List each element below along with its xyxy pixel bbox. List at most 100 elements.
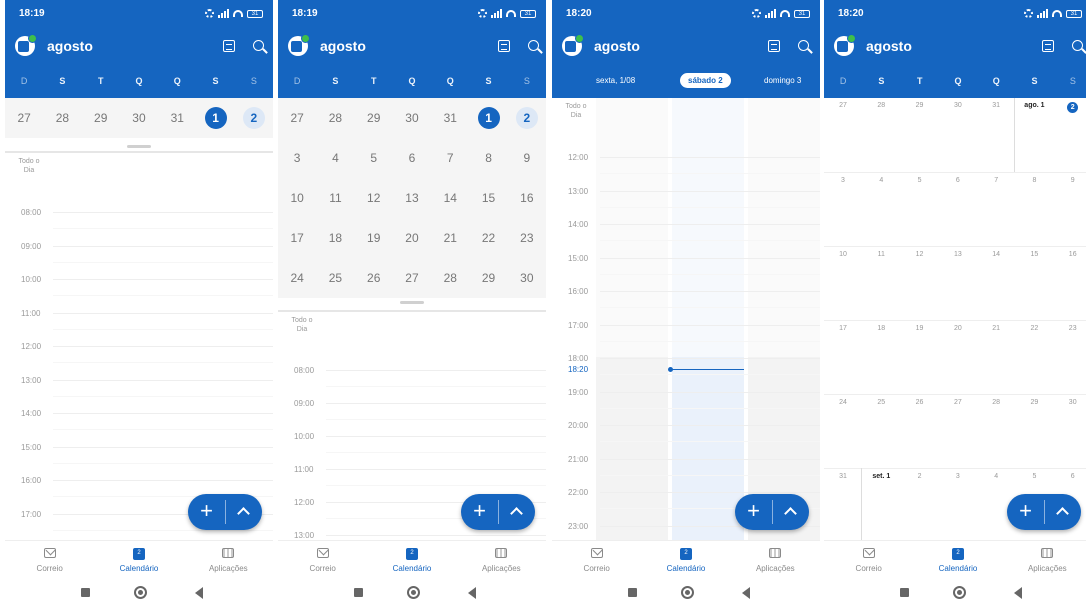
hour-slot[interactable]: 17:00 — [552, 321, 820, 358]
nav-mail[interactable]: Correio — [552, 541, 641, 580]
search-icon[interactable] — [253, 40, 264, 51]
day-cell-selected[interactable]: 2 — [508, 98, 546, 138]
month-day-cell[interactable]: 3 — [939, 473, 977, 480]
nav-calendar[interactable]: 2 Calendário — [367, 541, 456, 580]
hour-slot[interactable]: 15:00 — [552, 254, 820, 291]
add-event-button[interactable]: + — [735, 494, 772, 530]
calendar-view-icon[interactable] — [1042, 40, 1054, 52]
day-cell[interactable]: 23 — [508, 218, 546, 258]
month-title[interactable]: agosto — [594, 38, 640, 54]
month-day-cell[interactable]: 17 — [824, 325, 862, 332]
hour-slot[interactable]: 11:00 — [5, 309, 273, 346]
account-avatar[interactable] — [288, 34, 310, 56]
month-day-cell[interactable]: 19 — [901, 325, 939, 332]
account-avatar[interactable] — [15, 34, 37, 56]
month-day-cell[interactable]: 23 — [1054, 325, 1086, 332]
drag-handle[interactable] — [127, 145, 151, 148]
month-day-cell[interactable]: 8 — [1015, 177, 1053, 184]
recents-button[interactable] — [81, 588, 90, 597]
month-day-cell[interactable]: 2 — [1054, 102, 1086, 113]
day-cell[interactable]: 30 — [120, 98, 158, 138]
nav-calendar[interactable]: 2 Calendário — [641, 541, 730, 580]
day-cell[interactable]: 12 — [355, 178, 393, 218]
month-title[interactable]: agosto — [320, 38, 366, 54]
hour-slot[interactable]: 16:00 — [552, 287, 820, 324]
hour-slot[interactable]: 13:00 — [552, 187, 820, 224]
month-day-cell[interactable]: 7 — [977, 177, 1015, 184]
home-button[interactable] — [407, 586, 420, 599]
month-day-cell[interactable]: 27 — [824, 102, 862, 109]
day-cell[interactable]: 3 — [278, 138, 316, 178]
add-event-button[interactable]: + — [1007, 494, 1044, 530]
day-cell[interactable]: 31 — [158, 98, 196, 138]
hour-slot[interactable]: 14:00 — [5, 409, 273, 446]
hour-slot[interactable]: 19:00 — [552, 388, 820, 425]
day-cell[interactable]: 27 — [278, 98, 316, 138]
recents-button[interactable] — [628, 588, 637, 597]
day-cell[interactable]: 8 — [469, 138, 507, 178]
recents-button[interactable] — [900, 588, 909, 597]
month-day-cell[interactable]: 18 — [862, 325, 900, 332]
day-cell[interactable]: 27 — [393, 258, 431, 298]
day-cell[interactable]: 13 — [393, 178, 431, 218]
month-day-cell[interactable]: 30 — [939, 102, 977, 109]
month-day-cell[interactable]: 4 — [862, 177, 900, 184]
month-day-cell[interactable]: 5 — [1015, 473, 1053, 480]
month-day-cell[interactable]: 2 — [901, 473, 939, 480]
month-day-cell[interactable]: 13 — [939, 251, 977, 258]
day-cell[interactable]: 21 — [431, 218, 469, 258]
month-title[interactable]: agosto — [866, 38, 912, 54]
nav-calendar[interactable]: 2 Calendário — [94, 541, 183, 580]
month-day-cell[interactable]: 6 — [939, 177, 977, 184]
search-icon[interactable] — [798, 40, 809, 51]
day-cell[interactable]: 18 — [316, 218, 354, 258]
add-event-button[interactable]: + — [461, 494, 498, 530]
nav-apps[interactable]: Aplicações — [1003, 541, 1086, 580]
day-cell[interactable]: 17 — [278, 218, 316, 258]
hour-slot[interactable]: 21:00 — [552, 455, 820, 492]
hour-slot[interactable]: 12:00 — [552, 153, 820, 190]
month-day-cell[interactable]: set. 1 — [862, 473, 900, 480]
nav-mail[interactable]: Correio — [278, 541, 367, 580]
month-day-cell[interactable]: 3 — [824, 177, 862, 184]
day-cell[interactable]: 26 — [355, 258, 393, 298]
month-day-cell[interactable]: 24 — [824, 399, 862, 406]
day-cell-today[interactable]: 1 — [469, 98, 507, 138]
month-day-cell[interactable]: 22 — [1015, 325, 1053, 332]
hour-slot[interactable]: 09:00 — [5, 242, 273, 279]
month-day-cell[interactable]: 27 — [939, 399, 977, 406]
hour-slot[interactable]: 08:00 — [5, 208, 273, 245]
day-cell-today[interactable]: 1 — [196, 98, 234, 138]
month-day-cell[interactable]: 9 — [1054, 177, 1086, 184]
day-cell[interactable]: 28 — [431, 258, 469, 298]
day-cell[interactable]: 7 — [431, 138, 469, 178]
day-cell[interactable]: 29 — [469, 258, 507, 298]
hour-slot[interactable]: 15:00 — [5, 443, 273, 480]
account-avatar[interactable] — [834, 34, 856, 56]
day-cell[interactable]: 30 — [393, 98, 431, 138]
search-icon[interactable] — [528, 40, 539, 51]
month-title[interactable]: agosto — [47, 38, 93, 54]
month-day-cell[interactable]: 10 — [824, 251, 862, 258]
day-cell[interactable]: 28 — [316, 98, 354, 138]
day-cell-selected[interactable]: 2 — [235, 98, 273, 138]
day-cell[interactable]: 10 — [278, 178, 316, 218]
search-icon[interactable] — [1072, 40, 1083, 51]
month-day-cell[interactable]: 28 — [862, 102, 900, 109]
day-cell[interactable]: 6 — [393, 138, 431, 178]
drag-handle[interactable] — [400, 301, 424, 304]
day-cell[interactable]: 14 — [431, 178, 469, 218]
month-day-cell[interactable]: 6 — [1054, 473, 1086, 480]
day-tab[interactable]: domingo 3 — [764, 76, 801, 85]
chevron-up-icon[interactable] — [1056, 507, 1069, 520]
day-cell[interactable]: 28 — [43, 98, 81, 138]
home-button[interactable] — [953, 586, 966, 599]
day-cell[interactable]: 30 — [508, 258, 546, 298]
home-button[interactable] — [134, 586, 147, 599]
account-avatar[interactable] — [562, 34, 584, 56]
day-cell[interactable]: 29 — [82, 98, 120, 138]
hour-slot[interactable]: 08:00 — [278, 366, 546, 403]
day-cell[interactable]: 29 — [355, 98, 393, 138]
day-cell[interactable]: 4 — [316, 138, 354, 178]
month-day-cell[interactable]: 26 — [901, 399, 939, 406]
